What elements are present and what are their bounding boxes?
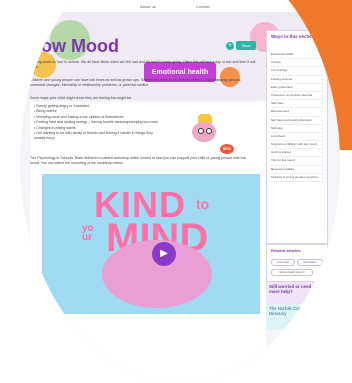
related-articles: Related articles Low mood Self esteem Me…	[266, 244, 328, 282]
video-title-your: yo ur	[82, 223, 94, 243]
intro-text: Feeling down or 'low' is normal. We all …	[30, 60, 256, 69]
section-sidebar: Ways in this section... Emotional health…	[266, 30, 328, 244]
sidebar-item[interactable]: Low Mood	[271, 133, 323, 142]
sidebar-item[interactable]: Emotional health	[271, 51, 323, 60]
video-title-to: to	[196, 196, 210, 212]
sidebar-item[interactable]: Children & young people's services	[271, 174, 323, 182]
help-link[interactable]: Still worried or need more help?	[266, 282, 326, 304]
sidebar-item[interactable]: Eating disorders	[271, 84, 323, 92]
list-item: Feeling tired and lacking energy – havin…	[34, 120, 164, 125]
related-tag[interactable]: Low mood	[271, 259, 295, 266]
sidebar-item[interactable]: Anxiety	[271, 59, 323, 68]
speech-bubble: BYE	[220, 144, 234, 154]
mascot-illustration	[192, 122, 216, 142]
mascot-eye	[198, 128, 204, 134]
page-title: Low Mood	[30, 36, 119, 56]
mascot-eye	[206, 128, 212, 134]
body-text: Some ways your child might show they are…	[30, 96, 132, 100]
list-item: Not wanting to be with family or friends…	[34, 131, 164, 142]
sidebar-item[interactable]: Bereavement	[271, 108, 323, 117]
community-directory-link[interactable]: The Norfolk Community Directory	[266, 304, 326, 330]
nav-item[interactable]: Contact	[196, 4, 210, 9]
body-text: Children and young people can have low t…	[30, 78, 242, 87]
sidebar-item[interactable]: Tips for low mood	[271, 157, 323, 166]
symptom-list: Rarely getting angry or frustrated Being…	[34, 104, 164, 142]
sidebar-item[interactable]: Self harm and eating disorders	[271, 117, 323, 125]
related-title: Related articles	[271, 248, 301, 253]
sidebar-list: Emotional health Anxiety Low feelings Fe…	[271, 51, 323, 182]
sidebar-item[interactable]: Feeling anxious	[271, 76, 323, 84]
related-tag[interactable]: Mental health support	[271, 269, 313, 276]
sidebar-title: Ways in this section...	[271, 34, 319, 39]
sidebar-item[interactable]: Recovery toolkits	[271, 166, 323, 174]
sidebar-item[interactable]: Self-care	[271, 125, 323, 133]
workshop-text: The Psychology in Schools Team delivered…	[30, 156, 247, 165]
nav-item[interactable]: About us	[140, 4, 156, 9]
screenshot-circle: About us Contact Emotional health Low Mo…	[20, 0, 340, 382]
sidebar-item[interactable]: Getting started	[271, 149, 323, 158]
sidebar-item[interactable]: Supporting children with low mood	[271, 141, 323, 150]
play-icon[interactable]: ▶	[152, 242, 176, 266]
sidebar-item[interactable]: Self-harm	[271, 100, 323, 109]
save-button[interactable]: Save	[236, 41, 256, 50]
video-player[interactable]: KIND to yo ur MIND ▶	[42, 174, 260, 314]
top-navigation: About us Contact	[20, 0, 340, 12]
share-icon[interactable]: +	[226, 42, 234, 50]
sidebar-item[interactable]: Low feelings	[271, 67, 323, 76]
related-tag[interactable]: Self esteem	[297, 259, 323, 266]
sidebar-item[interactable]: Obsessive compulsive disorder	[271, 92, 323, 101]
